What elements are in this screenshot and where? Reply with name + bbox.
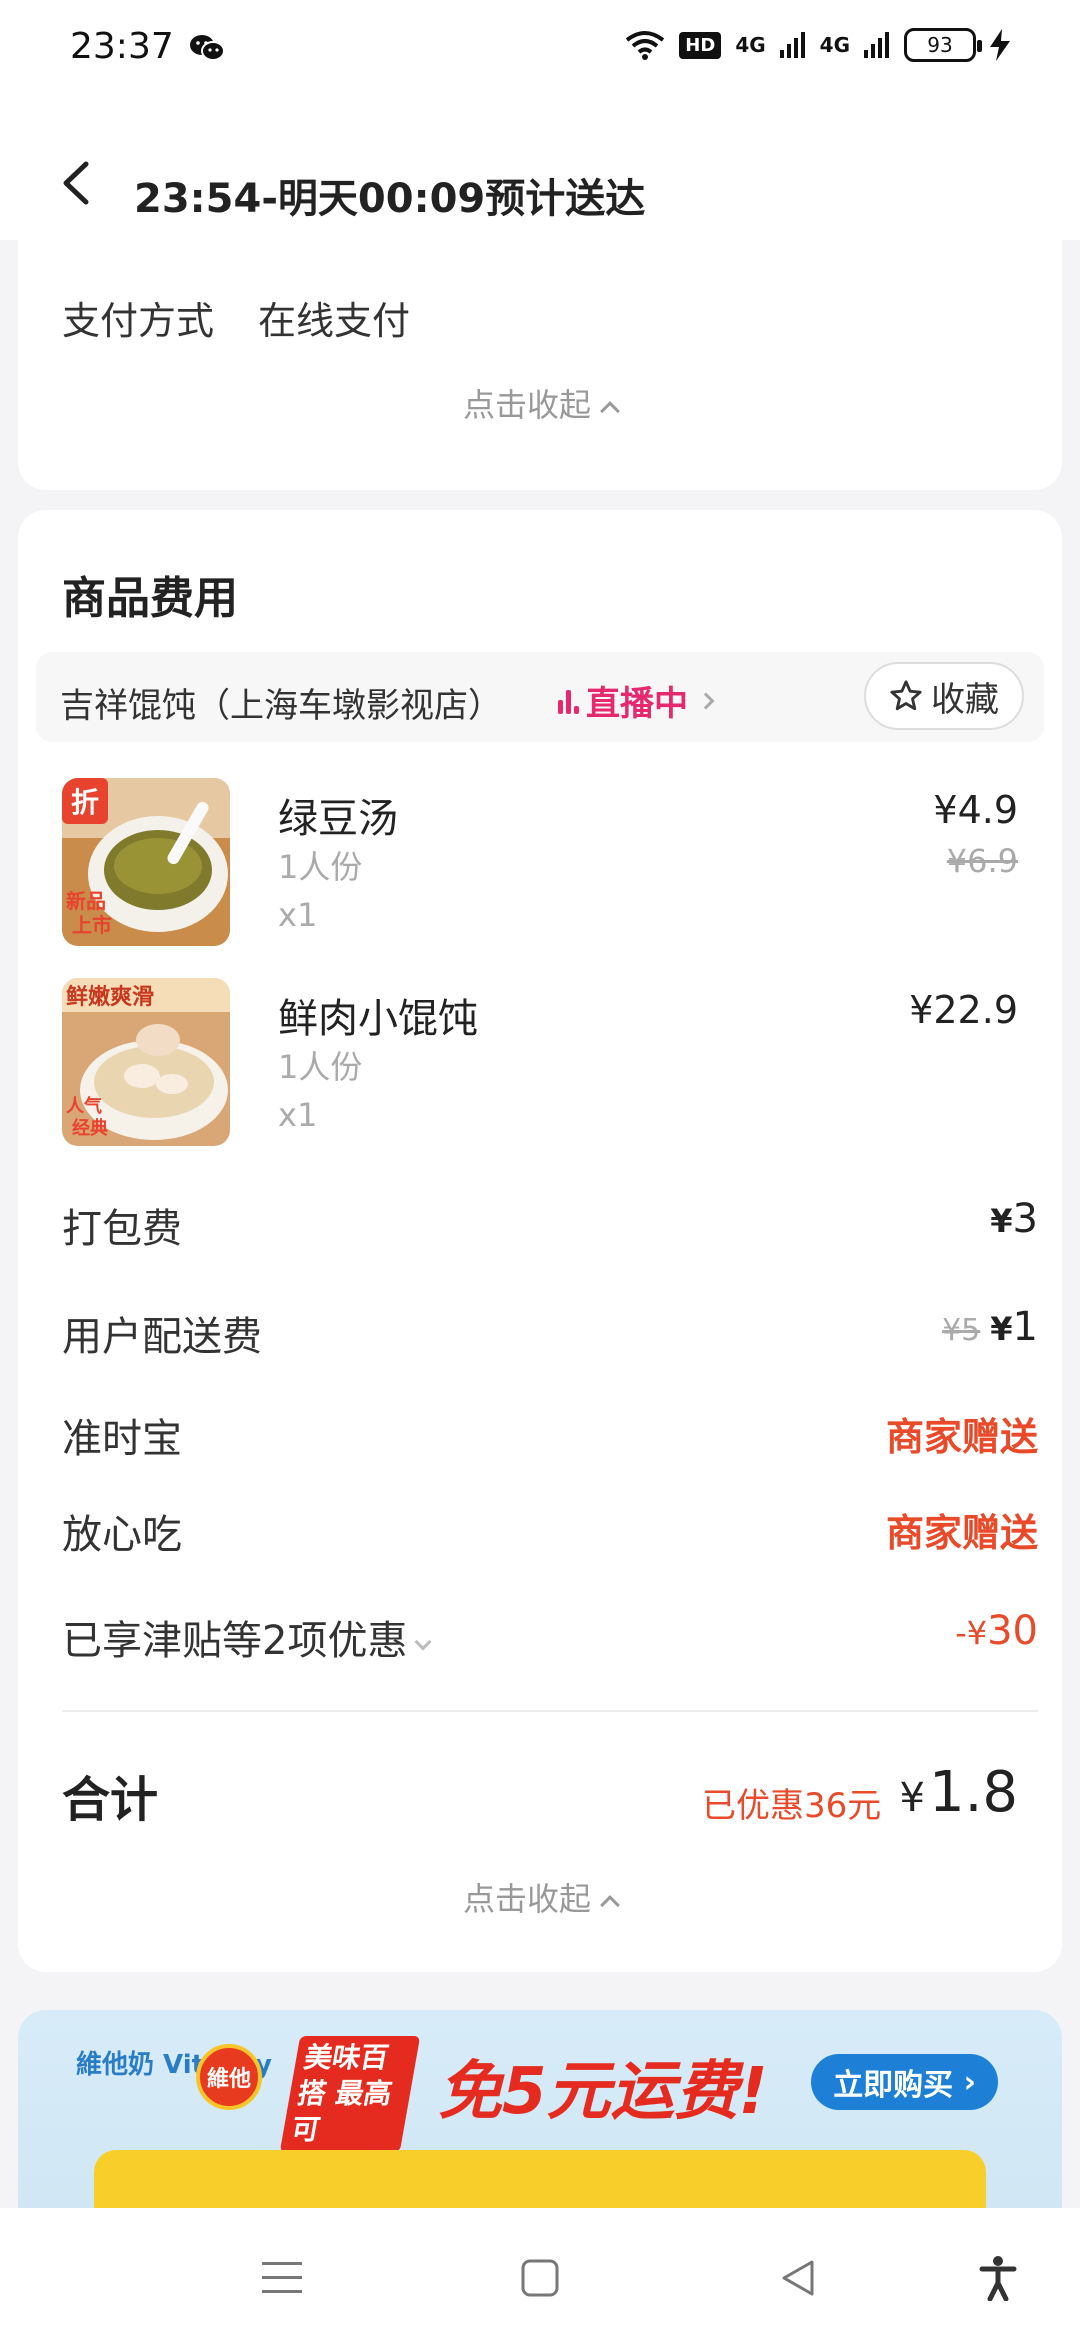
system-navbar <box>0 2208 1080 2340</box>
chevron-up-icon <box>600 1895 620 1915</box>
discount-value: -¥30 <box>955 1608 1038 1654</box>
collapse-label: 点击收起 <box>462 386 591 424</box>
delivery-fee-row: 用户配送费 ¥5 ¥1 <box>62 1304 1038 1364</box>
item-qty: x1 <box>278 1096 318 1134</box>
charging-icon <box>990 29 1010 61</box>
svg-text:鲜嫩爽滑: 鲜嫩爽滑 <box>66 984 154 1010</box>
wechat-icon <box>190 35 225 61</box>
status-time: 23:37 <box>70 26 174 67</box>
item-qty: x1 <box>278 896 318 934</box>
svg-text:人气: 人气 <box>66 1095 102 1117</box>
item-original-price: ¥6.9 <box>946 842 1018 880</box>
ad-slogan: 美味百搭 最高可 <box>279 2036 421 2152</box>
item-badge: 折 <box>71 786 99 819</box>
list-item[interactable]: 鲜嫩爽滑 人气 经典 鲜肉小馄饨 1人份 x1 ¥22.9 <box>62 978 1062 1148</box>
section-title: 商品费用 <box>62 573 238 624</box>
status-bar: 23:37 HD 4G 4G 93 <box>0 0 1080 100</box>
list-item[interactable]: 折 新品 上市 绿豆汤 1人份 x1 ¥4.9 ¥6.9 <box>62 778 1062 948</box>
live-link[interactable]: 直播中 <box>556 676 715 725</box>
ontime-row: 准时宝 商家赠送 <box>62 1406 1038 1466</box>
ad-headline: 免5元运费! <box>438 2055 768 2129</box>
item-spec: 1人份 <box>278 1048 363 1086</box>
item-price: ¥22.9 <box>909 988 1018 1032</box>
fees-card: 商品费用 吉祥馄饨（上海车墩影视店） 直播中 收藏 折 新品 上市 绿豆汤 1人… <box>18 510 1062 1972</box>
delivery-fee-label: 用户配送费 <box>62 1314 262 1360</box>
back-arrow-icon[interactable] <box>56 158 96 208</box>
live-bars-icon <box>556 686 579 716</box>
hd-icon: HD <box>679 31 722 59</box>
chevron-down-icon <box>414 1633 432 1651</box>
ad-button-label: 立即购买 <box>833 2068 954 2103</box>
svg-text:经典: 经典 <box>72 1117 108 1139</box>
collapse-payment-button[interactable]: 点击收起 <box>18 380 1062 426</box>
back-triangle-icon[interactable] <box>768 2248 828 2308</box>
signal-bars-icon-2 <box>864 32 889 58</box>
battery-level: 93 <box>927 33 953 57</box>
favorite-label: 收藏 <box>931 679 999 720</box>
chevron-right-icon <box>697 692 715 709</box>
packing-fee-amount: 3 <box>1012 1196 1038 1242</box>
total-saved: 已优惠36元 <box>702 1786 882 1826</box>
packing-fee-value: ¥3 <box>990 1196 1038 1242</box>
item-image: 折 新品 上市 <box>62 778 230 946</box>
ontime-value: 商家赠送 <box>885 1415 1038 1459</box>
live-label: 直播中 <box>586 684 688 724</box>
collapse-label: 点击收起 <box>462 1880 591 1918</box>
svg-text:新品: 新品 <box>66 889 106 913</box>
ad-buy-button[interactable]: 立即购买 › <box>811 2054 998 2110</box>
signal-bars-icon <box>779 32 805 58</box>
favorite-button[interactable]: 收藏 <box>864 662 1024 730</box>
safe-label: 放心吃 <box>62 1512 182 1558</box>
safe-row: 放心吃 商家赠送 <box>62 1502 1038 1562</box>
total-amount-value: 1.8 <box>928 1760 1018 1825</box>
divider <box>62 1710 1038 1712</box>
discount-amount: 30 <box>987 1608 1038 1654</box>
total-amount: ¥1.8 <box>899 1760 1018 1825</box>
total-label: 合计 <box>62 1772 159 1828</box>
accessibility-icon[interactable] <box>968 2248 1028 2308</box>
wifi-icon <box>626 31 665 60</box>
item-image: 鲜嫩爽滑 人气 经典 <box>62 978 230 1146</box>
payment-method-value: 在线支付 <box>258 299 411 343</box>
menu-icon[interactable] <box>252 2248 312 2308</box>
shop-name[interactable]: 吉祥馄饨（上海车墩影视店） <box>60 678 502 727</box>
star-icon <box>890 680 922 711</box>
status-icons: HD 4G 4G 93 <box>625 28 1010 62</box>
ad-brand-badge: 維他 <box>196 2044 262 2110</box>
signal-icon: 4G <box>735 33 766 57</box>
discount-label[interactable]: 已享津贴等2项优惠 <box>62 1608 432 1666</box>
delivery-fee-value: ¥5 ¥1 <box>942 1304 1038 1350</box>
item-name: 鲜肉小馄饨 <box>278 996 478 1042</box>
chevron-up-icon <box>600 401 620 421</box>
header: 23:54-明天00:09预计送达 <box>0 100 1080 240</box>
collapse-fees-button[interactable]: 点击收起 <box>18 1874 1062 1920</box>
item-spec: 1人份 <box>278 848 363 886</box>
home-icon[interactable] <box>510 2248 570 2308</box>
delivery-fee-amount: 1 <box>1012 1304 1038 1350</box>
delivery-fee-original: ¥5 <box>942 1313 981 1348</box>
shop-bar[interactable]: 吉祥馄饨（上海车墩影视店） 直播中 收藏 <box>36 652 1044 742</box>
discount-row[interactable]: 已享津贴等2项优惠 -¥30 <box>62 1608 1038 1668</box>
discount-label-text: 已享津贴等2项优惠 <box>62 1618 408 1664</box>
packing-fee-row: 打包费 ¥3 <box>62 1196 1038 1256</box>
payment-method-label: 支付方式 <box>62 299 215 343</box>
battery-icon: 93 <box>904 28 982 62</box>
item-price: ¥4.9 <box>933 788 1018 832</box>
packing-fee-label: 打包费 <box>62 1206 182 1252</box>
signal-icon-2: 4G <box>819 33 850 57</box>
payment-card: 支付方式 在线支付 点击收起 <box>18 240 1062 490</box>
item-name: 绿豆汤 <box>278 796 398 842</box>
ontime-label: 准时宝 <box>62 1416 182 1462</box>
safe-value: 商家赠送 <box>885 1511 1038 1555</box>
page-title: 23:54-明天00:09预计送达 <box>134 176 646 222</box>
svg-text:上市: 上市 <box>72 913 112 937</box>
